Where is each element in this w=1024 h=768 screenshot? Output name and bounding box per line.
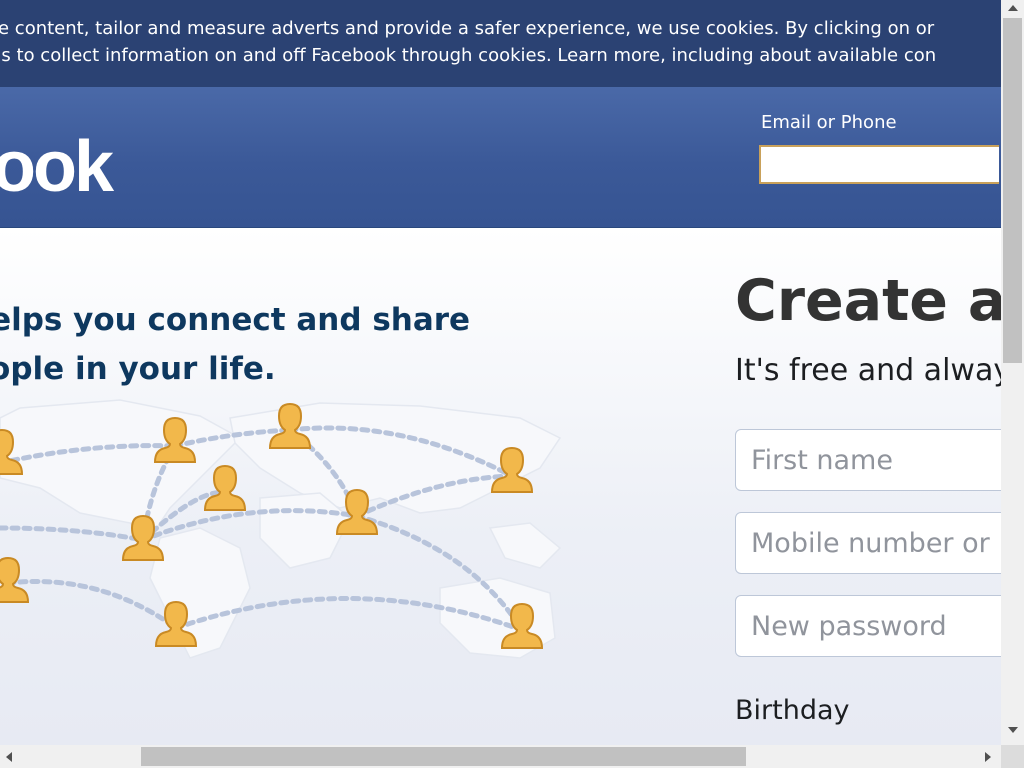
vertical-scrollbar[interactable]: [1001, 0, 1024, 745]
cookie-banner: e content, tailor and measure adverts an…: [0, 0, 1001, 87]
scrollbar-corner: [1001, 745, 1024, 768]
mobile-or-email-input[interactable]: [735, 512, 1001, 574]
person-icon: [204, 465, 246, 511]
first-name-input[interactable]: [735, 429, 1001, 491]
horizontal-scroll-thumb[interactable]: [141, 747, 746, 766]
page-viewport: e content, tailor and measure adverts an…: [0, 0, 1001, 745]
new-password-input[interactable]: [735, 595, 1001, 657]
free-subheading: It's free and alway: [735, 353, 1001, 388]
create-account-heading: Create a: [735, 268, 1001, 334]
tagline: helps you connect and share eople in you…: [0, 296, 528, 394]
vertical-scroll-thumb[interactable]: [1003, 18, 1022, 363]
main-content: helps you connect and share eople in you…: [0, 228, 1001, 745]
horizontal-scrollbar[interactable]: [0, 745, 1001, 768]
cookie-banner-text-line-1: e content, tailor and measure adverts an…: [0, 18, 935, 39]
scroll-up-arrow-icon[interactable]: [1008, 5, 1018, 11]
scroll-down-arrow-icon[interactable]: [1008, 727, 1018, 733]
top-header: ook Email or Phone: [0, 87, 1001, 228]
birthday-label: Birthday: [735, 695, 850, 726]
world-map-illustration: [0, 399, 562, 659]
scroll-right-arrow-icon[interactable]: [985, 752, 991, 762]
email-or-phone-label: Email or Phone: [761, 112, 897, 133]
cookie-banner-text-line-2[interactable]: us to collect information on and off Fac…: [0, 42, 936, 69]
email-or-phone-input[interactable]: [759, 145, 999, 184]
facebook-logo[interactable]: ook: [0, 127, 114, 207]
tagline-text: helps you connect and share eople in you…: [0, 302, 471, 387]
scroll-left-arrow-icon[interactable]: [6, 752, 12, 762]
